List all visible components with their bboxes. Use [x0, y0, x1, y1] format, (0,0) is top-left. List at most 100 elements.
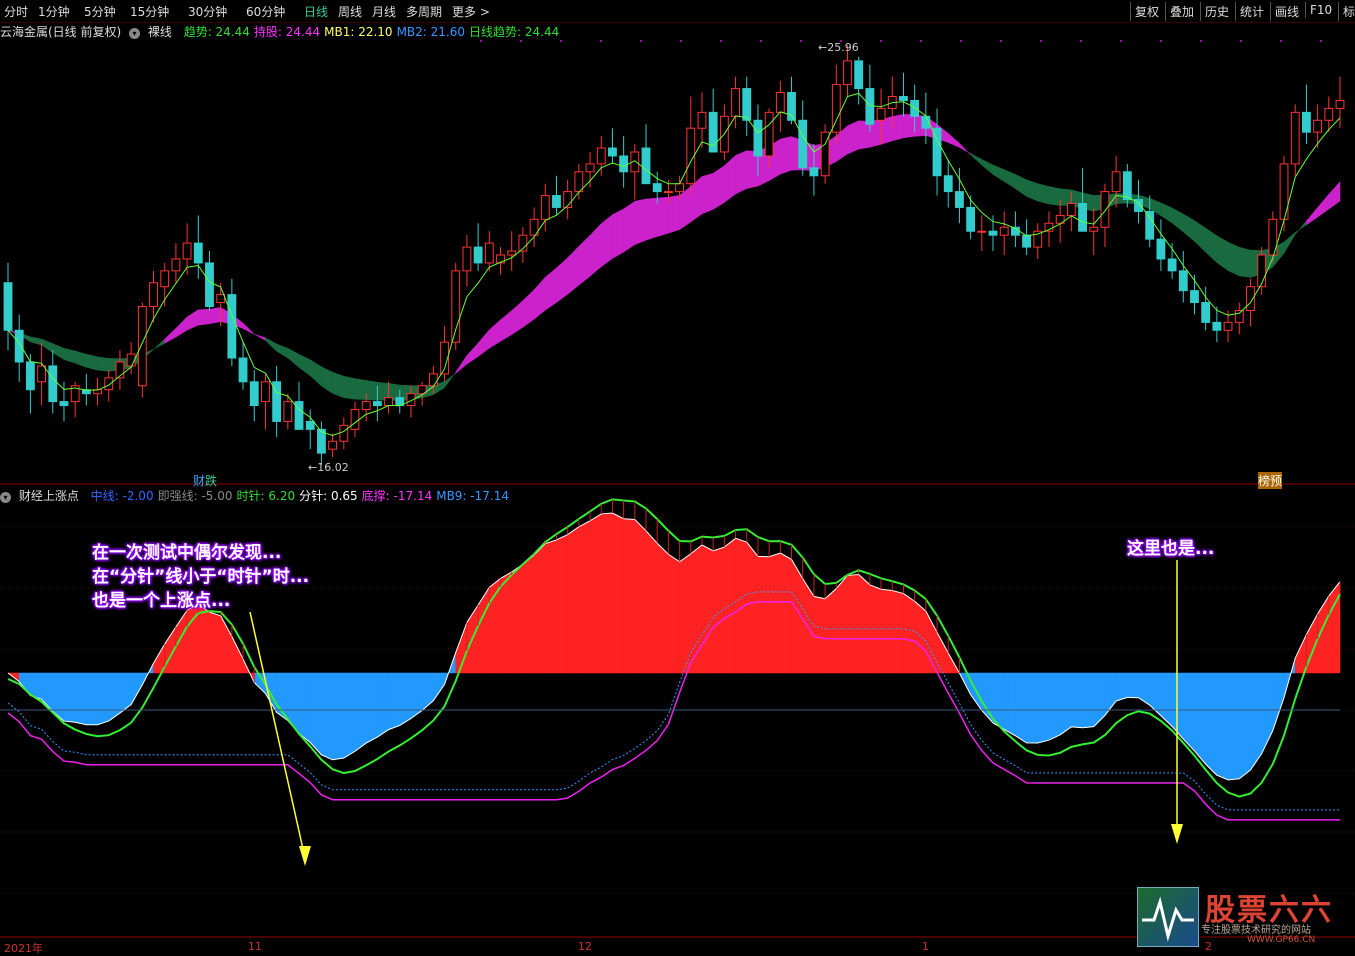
ribbon-segment-69: [780, 136, 792, 175]
candle-body-108: [1212, 321, 1222, 331]
osc-area-26: [298, 672, 311, 744]
candle-body-34: [384, 397, 393, 407]
osc-area-68: [768, 552, 781, 674]
ribbon-segment-43: [489, 319, 501, 349]
candle-body-38: [428, 373, 438, 387]
candle-body-27: [305, 420, 315, 430]
candle-body-76: [854, 60, 864, 90]
osc-area-103: [1160, 672, 1173, 727]
high-price-label: ←25.96: [818, 41, 859, 54]
osc-area-97: [1093, 672, 1106, 728]
candle-body-5: [59, 401, 69, 407]
osc-area-72: [813, 596, 826, 674]
annotation-line-3: 也是一个上涨点...: [92, 591, 231, 611]
ribbon-segment-46: [522, 289, 535, 328]
top-dot-2: [560, 40, 562, 42]
osc-area-53: [600, 512, 613, 674]
candle-body-83: [932, 127, 942, 177]
osc-area-34: [388, 672, 401, 730]
ribbon-segment-49: [556, 257, 568, 303]
candle-body-107: [1201, 302, 1211, 323]
candle-body-86: [966, 206, 976, 232]
candle-body-13: [149, 282, 158, 308]
candle-body-11: [126, 353, 136, 367]
osc-area-98: [1104, 672, 1117, 717]
osc-area-93: [1048, 672, 1061, 741]
top-dot-21: [1320, 40, 1322, 42]
osc-area-5: [63, 672, 76, 723]
ribbon-segment-16: [186, 309, 199, 331]
candle-body-89: [999, 226, 1009, 236]
ribbon-segment-89: [1003, 169, 1016, 190]
osc-area-71: [802, 577, 815, 674]
candle-body-87: [977, 230, 987, 233]
osc-area-62: [701, 544, 714, 674]
candle-body-16: [182, 242, 192, 260]
candle-body-18: [205, 262, 214, 308]
ribbon-segment-15: [175, 316, 188, 338]
osc-area-64: [724, 537, 736, 674]
candle-body-55: [619, 155, 629, 173]
ribbon-segment-57: [645, 197, 658, 241]
candle-body-12: [137, 306, 147, 387]
candle-body-15: [171, 258, 181, 272]
ribbon-segment-14: [164, 327, 177, 344]
ribbon-segment-79: [892, 114, 904, 142]
top-dot-14: [1040, 40, 1042, 42]
ribbon-segment-27: [309, 359, 322, 387]
ribbon-segment-51: [578, 234, 591, 286]
ribbon-segment-108: [1216, 235, 1229, 272]
candle-body-23: [261, 381, 270, 403]
osc-area-19: [220, 615, 233, 674]
ribbon-segment-47: [533, 276, 546, 320]
candle-body-62: [697, 111, 707, 129]
ribbon-segment-88: [992, 164, 1005, 182]
osc-area-25: [287, 672, 300, 735]
candle-body-54: [608, 147, 617, 157]
candle-body-85: [955, 191, 964, 208]
candle-body-109: [1223, 321, 1233, 331]
annotation-line-2: 在“分针”线小于“时针”时...: [92, 567, 310, 587]
osc-area-55: [623, 518, 636, 674]
osc-area-8: [97, 672, 109, 726]
ribbon-segment-105: [1183, 213, 1195, 242]
ribbon-segment-103: [1160, 202, 1173, 224]
osc-area-75: [847, 574, 859, 674]
osc-area-59: [668, 553, 680, 674]
ribbon-segment-91: [1026, 179, 1039, 202]
ribbon-segment-2: [30, 336, 42, 346]
osc-area-96: [1082, 672, 1094, 729]
ribbon-segment-44: [500, 310, 512, 342]
top-dot-1: [520, 40, 522, 42]
candle-body-2: [25, 361, 35, 391]
osc-area-102: [1149, 672, 1162, 717]
candle-body-41: [462, 246, 472, 272]
candle-body-59: [663, 191, 673, 194]
candle-body-32: [361, 401, 371, 411]
osc-area-100: [1127, 672, 1139, 698]
top-dot-15: [1080, 40, 1082, 42]
osc-area-77: [869, 584, 882, 674]
candle-body-65: [731, 88, 740, 117]
osc-area-11: [130, 672, 143, 706]
candle-body-88: [988, 230, 998, 236]
osc-area-54: [612, 512, 624, 674]
top-dot-0: [480, 40, 482, 42]
ribbon-segment-80: [903, 114, 915, 139]
osc-area-78: [880, 589, 893, 674]
top-dot-17: [1160, 40, 1162, 42]
osc-area-108: [1216, 672, 1229, 781]
x-axis-label-12: 12: [578, 940, 592, 953]
osc-area-27: [309, 672, 322, 756]
candle-body-22: [249, 381, 259, 407]
arrow-left-head: [299, 846, 311, 866]
top-dot-5: [680, 40, 682, 42]
top-dot-13: [1000, 40, 1002, 42]
ribbon-segment-114: [1283, 231, 1296, 255]
osc-area-105: [1183, 672, 1195, 752]
osc-area-74: [836, 574, 848, 674]
osc-area-89: [1003, 672, 1016, 737]
ribbon-segment-63: [712, 165, 725, 210]
marker-cai: 财: [193, 474, 206, 488]
osc-area-33: [377, 672, 389, 738]
